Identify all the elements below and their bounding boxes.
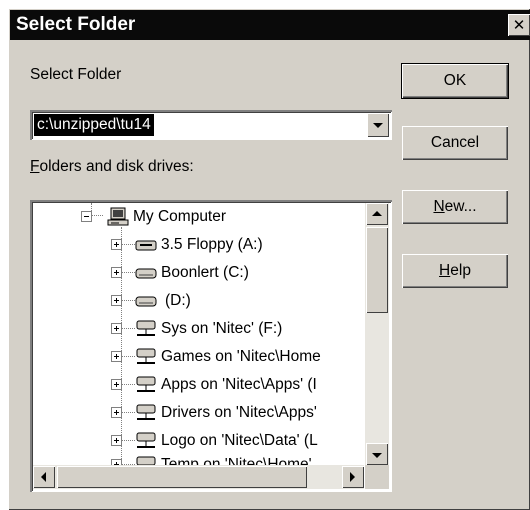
horizontal-scroll-thumb[interactable] xyxy=(57,466,307,488)
tree-item-label: Sys on 'Nitec' (F:) xyxy=(161,320,283,337)
tree-item-drivers-nitec[interactable]: Drivers on 'Nitec\Apps' xyxy=(33,399,364,427)
folder-tree[interactable]: My Computer 3.5 Floppy (A:) Boonlert (C:… xyxy=(30,200,392,492)
new-button[interactable]: New... xyxy=(402,190,508,224)
scroll-left-button[interactable] xyxy=(33,466,55,488)
cancel-button[interactable]: Cancel xyxy=(402,126,508,160)
expand-toggle[interactable] xyxy=(111,435,122,446)
tree-item-label: (D:) xyxy=(165,292,191,309)
tree-item-apps-nitec[interactable]: Apps on 'Nitec\Apps' (I xyxy=(33,371,364,399)
hard-drive-icon xyxy=(135,268,157,279)
computer-icon xyxy=(107,207,129,226)
tree-connector xyxy=(121,300,135,301)
tree-item-label: Drivers on 'Nitec\Apps' xyxy=(161,404,317,421)
arrow-down-icon xyxy=(372,453,382,458)
expand-toggle[interactable] xyxy=(111,323,122,334)
arrow-left-icon xyxy=(41,472,46,482)
tree-item-sys-nitec[interactable]: Sys on 'Nitec' (F:) xyxy=(33,315,364,343)
expand-toggle[interactable] xyxy=(111,295,122,306)
expand-toggle[interactable] xyxy=(111,267,122,278)
expand-toggle[interactable] xyxy=(111,351,122,362)
scrollbar-corner xyxy=(365,465,389,489)
select-folder-dialog: Select Folder ✕ Select Folder c:\unzippe… xyxy=(8,8,530,510)
vertical-scrollbar[interactable] xyxy=(365,203,389,465)
tree-item-label: Boonlert (C:) xyxy=(161,264,249,281)
tree-item-label: Temp on 'Nitec\Home' xyxy=(161,456,312,465)
expand-toggle[interactable] xyxy=(111,407,122,418)
tree-connector xyxy=(121,440,135,441)
ok-button[interactable]: OK xyxy=(402,64,508,98)
select-folder-value[interactable]: c:\unzipped\tu14 xyxy=(34,114,154,136)
network-drive-icon xyxy=(136,376,156,392)
network-drive-icon xyxy=(136,320,156,336)
tree-item-label: Logo on 'Nitec\Data' (L xyxy=(161,432,318,449)
network-drive-icon xyxy=(136,456,156,465)
tree-connector xyxy=(121,328,135,329)
tree-item-floppy[interactable]: 3.5 Floppy (A:) xyxy=(33,231,364,259)
hard-drive-icon xyxy=(135,296,157,307)
window-title: Select Folder xyxy=(16,14,136,35)
expand-toggle[interactable] xyxy=(111,239,122,250)
scroll-right-button[interactable] xyxy=(342,466,364,488)
chevron-down-icon xyxy=(373,123,383,128)
scroll-up-button[interactable] xyxy=(366,203,388,225)
combo-dropdown-button[interactable] xyxy=(367,113,389,137)
tree-item-label: My Computer xyxy=(133,208,227,225)
tree-item-d-drive[interactable]: (D:) xyxy=(33,287,364,315)
tree-item-boonlert-c[interactable]: Boonlert (C:) xyxy=(33,259,364,287)
tree-item-label: Apps on 'Nitec\Apps' (I xyxy=(161,376,317,393)
tree-item-temp-nitec[interactable]: Temp on 'Nitec\Home' xyxy=(33,451,364,465)
folder-tree-content: My Computer 3.5 Floppy (A:) Boonlert (C:… xyxy=(33,203,364,465)
select-folder-label: Select Folder xyxy=(30,66,122,83)
network-drive-icon xyxy=(136,404,156,420)
help-button[interactable]: Help xyxy=(402,254,508,288)
tree-item-games-nitec[interactable]: Games on 'Nitec\Home xyxy=(33,343,364,371)
tree-connector xyxy=(121,244,135,245)
tree-item-label: 3.5 Floppy (A:) xyxy=(161,236,263,253)
vertical-scroll-thumb[interactable] xyxy=(366,227,388,313)
tree-connector xyxy=(121,272,135,273)
network-drive-icon xyxy=(136,348,156,364)
folders-label: Folders and disk drives: xyxy=(30,158,194,175)
floppy-drive-icon xyxy=(135,240,157,251)
tree-item-label: Games on 'Nitec\Home xyxy=(161,348,321,365)
arrow-up-icon xyxy=(372,211,382,216)
tree-connector xyxy=(121,356,135,357)
tree-connector xyxy=(121,384,135,385)
select-folder-combobox[interactable]: c:\unzipped\tu14 xyxy=(30,110,392,140)
expand-toggle[interactable] xyxy=(111,379,122,390)
arrow-right-icon xyxy=(350,472,355,482)
horizontal-scrollbar[interactable] xyxy=(33,465,364,489)
close-icon: ✕ xyxy=(512,16,526,34)
tree-connector xyxy=(121,412,135,413)
network-drive-icon xyxy=(136,432,156,448)
collapse-toggle[interactable] xyxy=(81,211,92,222)
close-button[interactable]: ✕ xyxy=(508,14,530,36)
title-bar[interactable]: Select Folder ✕ xyxy=(10,10,530,40)
tree-item-my-computer[interactable]: My Computer xyxy=(33,203,364,231)
scroll-down-button[interactable] xyxy=(366,443,388,465)
